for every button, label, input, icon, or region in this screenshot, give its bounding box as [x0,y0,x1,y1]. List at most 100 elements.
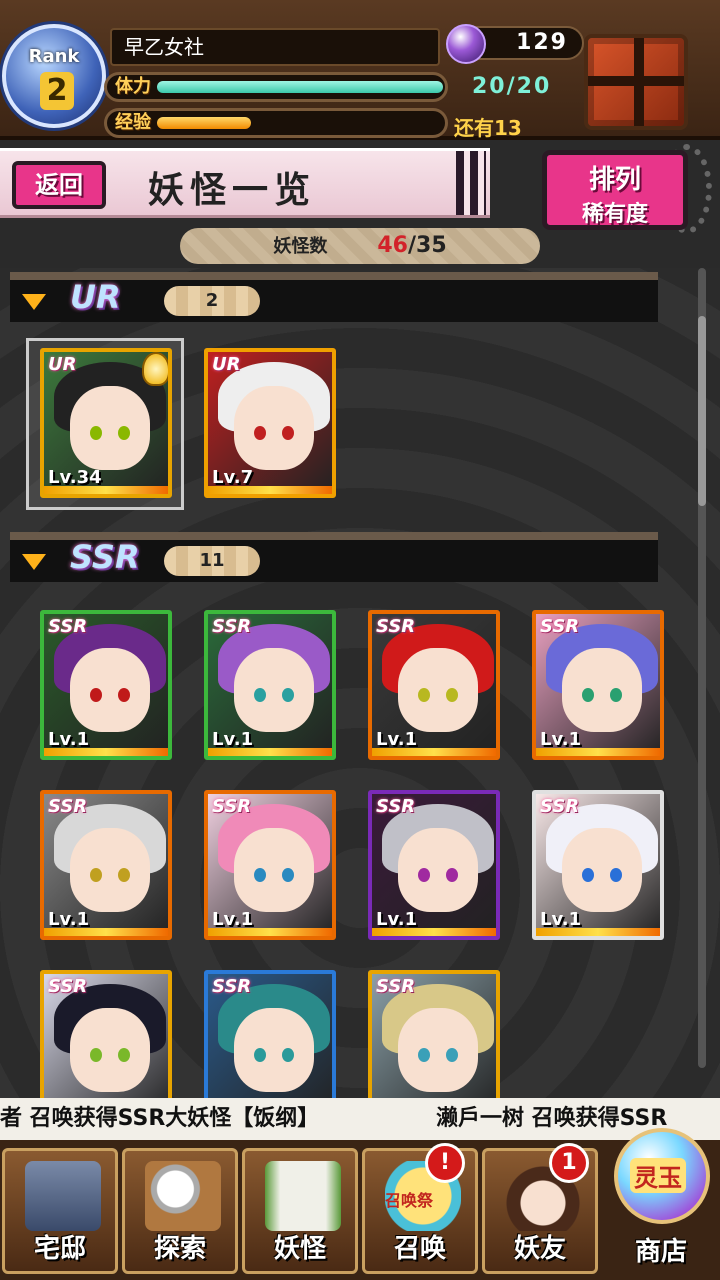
card-frame-bottom [44,748,168,756]
card-eye [446,868,458,882]
card-eye [254,688,266,702]
yokai-card[interactable]: SSR [368,970,500,1098]
yokai-card[interactable]: SSR [40,970,172,1098]
scroll-icon [265,1161,341,1231]
nav-friends[interactable]: 妖友 1 [482,1143,598,1274]
yokai-card[interactable]: SSR [204,970,336,1098]
card-eye [254,426,266,440]
card-face [70,828,150,912]
yokai-card[interactable]: SSR Lv.1 [204,790,336,940]
nav-home[interactable]: 宅邸 [2,1148,118,1274]
card-eye [282,1048,294,1062]
card-eye [118,426,130,440]
card-rarity-tag: SSR [376,796,416,817]
summon-tag: 召唤祭 [385,1191,434,1210]
yokai-card[interactable]: UR Lv.34 [40,348,172,498]
card-frame-bottom [536,748,660,756]
card-face [562,828,642,912]
card-level: Lv.1 [540,909,582,930]
yokai-card[interactable]: SSR Lv.1 [204,610,336,760]
card-frame-bottom [536,928,660,936]
card-rarity-tag: SSR [212,796,252,817]
card-rarity-tag: SSR [212,616,252,637]
favorite-medal-icon [142,352,168,386]
card-eye [282,426,294,440]
card-eye [90,1048,102,1062]
card-frame-bottom [372,928,496,936]
card-rarity-tag: UR [48,354,77,375]
card-face [398,828,478,912]
nav-shop[interactable]: 灵玉 商店 [606,1128,716,1278]
card-level: Lv.1 [376,729,418,750]
nav-friends-label: 妖友 [513,1234,566,1264]
card-eye [254,1048,266,1062]
nav-home-label: 宅邸 [33,1234,86,1264]
card-eye [446,1048,458,1062]
card-eye [282,688,294,702]
card-face [234,386,314,470]
yokai-card[interactable]: SSR Lv.1 [532,610,664,760]
card-level: Lv.1 [48,729,90,750]
card-face [398,1008,478,1092]
card-level: Lv.1 [212,909,254,930]
card-rarity-tag: SSR [540,796,580,817]
yokai-card[interactable]: SSR Lv.1 [40,790,172,940]
card-grid: UR Lv.34 UR Lv.7 SSR Lv.1 SSR Lv.1 SSR Lv.1 SSR Lv.… [0,0,720,1098]
card-eye [418,688,430,702]
yokai-card[interactable]: UR Lv.7 [204,348,336,498]
nav-explore-label: 探索 [153,1234,206,1264]
exp-label: 经验 [115,112,151,133]
card-eye [90,426,102,440]
mansion-icon [25,1161,101,1231]
card-level: Lv.1 [48,909,90,930]
yokai-card[interactable]: SSR Lv.1 [368,610,500,760]
nav-summon-label: 召唤 [393,1234,446,1264]
card-frame-bottom [208,748,332,756]
nav-explore[interactable]: 探索 [122,1148,238,1274]
yokai-card[interactable]: SSR Lv.1 [368,790,500,940]
card-eye [118,868,130,882]
ticker-left: 者 召唤获得SSR大妖怪【饭纲】 [0,1106,320,1131]
card-rarity-tag: UR [212,354,241,375]
nav-shop-label: 商店 [634,1237,687,1267]
card-face [70,386,150,470]
friends-badge: 1 [549,1143,589,1183]
card-rarity-tag: SSR [48,616,88,637]
card-rarity-tag: SSR [212,976,252,997]
card-face [234,828,314,912]
card-level: Lv.1 [212,729,254,750]
card-frame-bottom [208,928,332,936]
card-eye [610,688,622,702]
card-eye [610,868,622,882]
card-rarity-tag: SSR [376,976,416,997]
card-eye [446,688,458,702]
card-eye [418,868,430,882]
card-face [562,648,642,732]
summon-badge: ! [425,1143,465,1183]
nav-yokai-label: 妖怪 [273,1234,326,1264]
yokai-card[interactable]: SSR Lv.1 [532,790,664,940]
magnifier-icon [145,1161,221,1231]
card-face [70,648,150,732]
nav-summon[interactable]: 召唤祭 召唤 ! [362,1143,478,1274]
card-eye [118,1048,130,1062]
card-face [70,1008,150,1092]
card-rarity-tag: SSR [376,616,416,637]
shop-tag: 灵玉 [630,1158,686,1193]
nav-yokai[interactable]: 妖怪 [242,1148,358,1274]
card-rarity-tag: SSR [48,796,88,817]
card-level: Lv.34 [48,467,102,488]
card-eye [582,868,594,882]
yokai-card[interactable]: SSR Lv.1 [40,610,172,760]
card-face [234,1008,314,1092]
card-level: Lv.1 [540,729,582,750]
stamina-label: 体力 [115,76,151,97]
card-rarity-tag: SSR [48,976,88,997]
card-eye [282,868,294,882]
card-level: Lv.7 [212,467,254,488]
card-eye [254,868,266,882]
card-face [398,648,478,732]
card-frame-bottom [208,486,332,494]
card-eye [118,688,130,702]
card-eye [90,688,102,702]
